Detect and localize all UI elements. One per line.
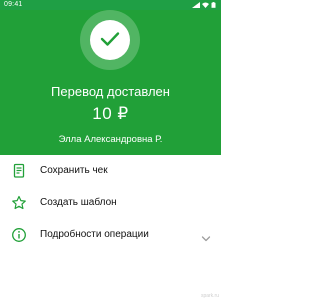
chevron-down-icon[interactable] — [201, 230, 211, 242]
status-bar: 09:41 — [0, 0, 221, 10]
receipt-icon — [11, 163, 27, 179]
signal-icon — [192, 2, 200, 8]
create-template-button[interactable]: Создать шаблон — [0, 187, 221, 219]
status-time: 09:41 — [4, 1, 23, 8]
status-circle — [80, 10, 140, 70]
status-icons — [192, 2, 216, 8]
wifi-icon — [202, 2, 209, 8]
watermark: spark.ru — [200, 293, 219, 299]
transfer-hero: Перевод доставлен 10 ₽ Элла Александровн… — [0, 10, 221, 155]
save-receipt-button[interactable]: Сохранить чек — [0, 155, 221, 187]
transfer-title: Перевод доставлен — [51, 84, 170, 99]
status-circle-inner — [90, 20, 130, 60]
transfer-success-screen: 09:41 Перевод доставлен 10 ₽ Элла Алекса… — [0, 0, 221, 300]
battery-icon — [211, 2, 216, 8]
transfer-amount: 10 ₽ — [92, 104, 129, 123]
actions-list: Сохранить чек Создать шаблон Подробности… — [0, 155, 221, 251]
star-icon — [11, 195, 27, 211]
create-template-label: Создать шаблон — [40, 197, 117, 208]
save-receipt-label: Сохранить чек — [40, 165, 108, 176]
recipient-name: Элла Александровна Р. — [58, 134, 163, 145]
operation-details-button[interactable]: Подробности операции — [0, 219, 221, 251]
info-icon — [11, 227, 27, 243]
operation-details-label: Подробности операции — [40, 229, 149, 240]
